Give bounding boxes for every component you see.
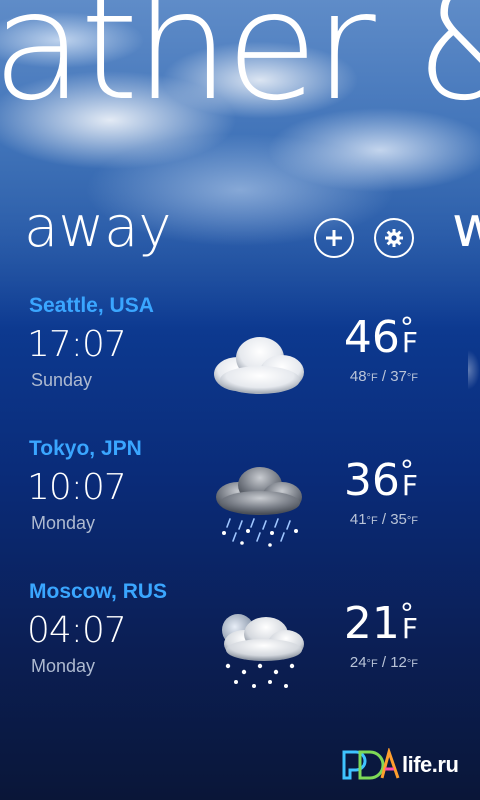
current-temperature: 36°F: [344, 457, 430, 503]
watermark-text: life.ru: [402, 752, 459, 777]
plus-icon: [326, 230, 342, 246]
city-day: Sunday: [31, 370, 93, 390]
temp-unit: F: [401, 612, 418, 645]
city-day: Monday: [31, 656, 96, 676]
temp-range: 41°F / 35°F: [349, 511, 418, 528]
weather-app-screen: ather & away w Seattle, USA 17:: [0, 0, 480, 800]
pivot-header-next[interactable]: w: [452, 200, 480, 256]
city-time: 17:07: [27, 324, 127, 365]
add-city-button[interactable]: [314, 218, 354, 258]
pivot-header-away[interactable]: away: [24, 200, 172, 256]
city-row-tokyo[interactable]: Tokyo, JPN 10:07 Monday 36°F 41°F / 35°F: [0, 437, 480, 567]
cloudy-icon: [214, 337, 304, 394]
temp-value: 36: [343, 455, 400, 506]
settings-button[interactable]: [374, 218, 414, 258]
city-time: 10:07: [27, 467, 127, 508]
city-time: 04:07: [27, 610, 127, 651]
next-pane-peek: [468, 350, 480, 390]
temp-high: 41: [349, 511, 367, 528]
temp-range: 48°F / 37°F: [349, 368, 418, 385]
temp-range: 24°F / 12°F: [349, 654, 418, 671]
current-temperature: 21°F: [344, 600, 430, 646]
temp-value: 46: [343, 312, 400, 363]
temp-low: 37: [390, 368, 407, 385]
city-row-moscow[interactable]: Moscow, RUS 04:07 Monday 21°F 24°F / 12°…: [0, 580, 480, 710]
temp-low: 35: [390, 511, 407, 528]
city-row-seattle[interactable]: Seattle, USA 17:07 Sunday 46°F 48°F / 37: [0, 294, 480, 424]
night-snow-icon: [222, 614, 304, 688]
watermark: life.ru: [342, 745, 472, 785]
city-name: Tokyo, JPN: [29, 437, 142, 460]
temp-unit: F: [401, 326, 418, 359]
city-name: Seattle, USA: [29, 294, 154, 317]
temp-unit: F: [401, 469, 418, 502]
temp-high: 48: [349, 368, 367, 385]
temp-value: 21: [343, 598, 400, 649]
app-title: ather &: [0, 0, 480, 134]
gear-icon: [385, 229, 403, 247]
snow-rain-icon: [216, 467, 302, 547]
temp-high: 24: [349, 654, 367, 671]
pda-logo: [342, 748, 400, 780]
current-temperature: 46°F: [344, 314, 430, 360]
city-name: Moscow, RUS: [29, 580, 168, 603]
city-day: Monday: [31, 513, 96, 533]
temp-low: 12: [390, 654, 407, 671]
